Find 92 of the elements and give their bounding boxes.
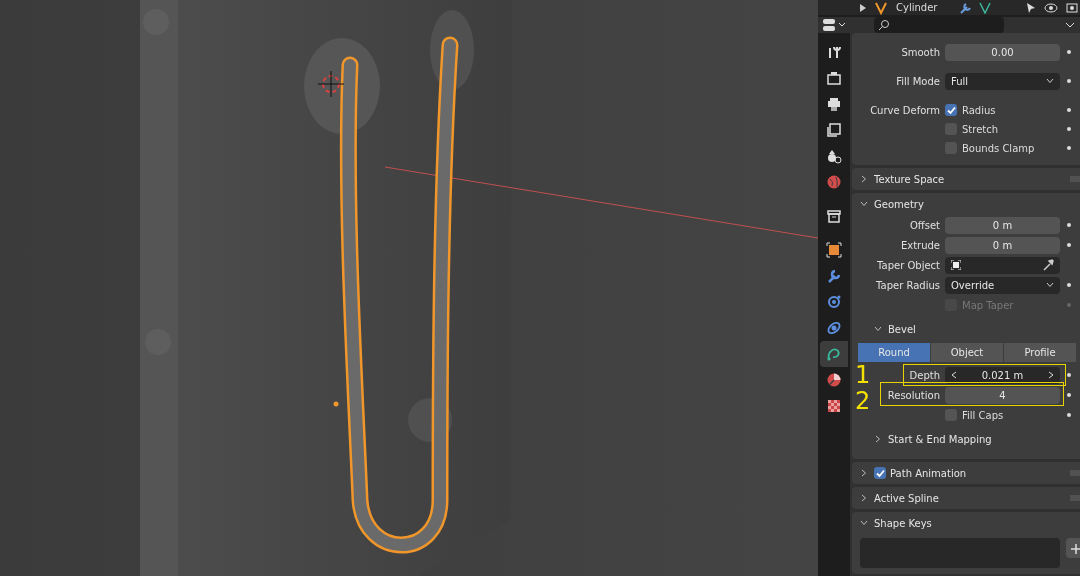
collapsed-chevron-icon[interactable]	[860, 494, 868, 502]
checkbox-label[interactable]: Radius	[962, 102, 996, 118]
subpanel-header[interactable]: Start & End Mapping	[852, 429, 1080, 449]
keyframe-dot[interactable]	[1067, 79, 1071, 83]
particles-icon	[826, 294, 842, 310]
checkbox-label[interactable]: Fill Caps	[962, 407, 1004, 423]
plus-icon	[1071, 544, 1080, 554]
orbit-icon	[826, 320, 842, 336]
segment-tab[interactable]: Profile	[1004, 343, 1076, 362]
collapsed-chevron-icon[interactable]	[874, 435, 882, 443]
expanded-chevron-icon[interactable]	[874, 325, 882, 333]
eye-icon[interactable]	[1044, 2, 1058, 13]
field-label: Depth	[909, 369, 940, 381]
segment-tab[interactable]: Object	[931, 343, 1003, 362]
square-object-icon	[826, 242, 842, 258]
number-field[interactable]: 0.00	[945, 43, 1060, 61]
dropdown-chevron-icon	[1046, 78, 1054, 84]
segment-tab[interactable]: Round	[858, 343, 930, 362]
panel-title: Geometry	[874, 197, 924, 212]
pointer-icon[interactable]	[1026, 1, 1036, 14]
field-label: Smooth	[901, 46, 940, 58]
sphere-icon	[826, 372, 842, 388]
scene-icon	[826, 148, 842, 164]
checker-icon	[826, 398, 842, 414]
field-label: Resolution	[887, 389, 940, 401]
keyframe-dot[interactable]	[1067, 303, 1071, 307]
keyframe-dot[interactable]	[1067, 127, 1071, 131]
image-stack-icon	[826, 122, 842, 138]
annotation-number: 2	[855, 389, 871, 413]
number-field[interactable]: 0 m	[945, 236, 1060, 254]
panel-header[interactable]: Active Spline	[852, 487, 1080, 509]
keyframe-dot[interactable]	[1067, 393, 1071, 397]
checkbox[interactable]	[874, 467, 886, 479]
subpanel-title: Start & End Mapping	[888, 432, 992, 447]
checkbox-label[interactable]: Bounds Clamp	[962, 140, 1035, 156]
checkbox-label[interactable]: Stretch	[962, 121, 999, 137]
curve-object-icon	[874, 0, 888, 15]
field-label: Offset	[909, 219, 940, 231]
checkbox[interactable]	[945, 104, 957, 116]
keyframe-dot[interactable]	[1067, 283, 1071, 287]
panel-title: Active Spline	[874, 491, 939, 506]
keyframe-dot[interactable]	[1067, 243, 1071, 247]
panel-title: Texture Space	[874, 172, 945, 187]
curve-data-icon	[979, 1, 992, 14]
keyframe-dot[interactable]	[1067, 373, 1071, 377]
panel-title: Path Animation	[890, 466, 967, 481]
keyframe-dot[interactable]	[1067, 146, 1071, 150]
number-field[interactable]: 4	[945, 386, 1060, 404]
curve-icon	[826, 346, 842, 362]
wrench-icon	[959, 1, 972, 14]
panel-header[interactable]: Geometry	[852, 193, 1080, 215]
dropdown-chevron-icon	[1046, 282, 1054, 288]
expanded-chevron-icon[interactable]	[860, 519, 868, 527]
panel-header[interactable]: Texture Space	[852, 168, 1080, 190]
dropdown[interactable]: Override	[945, 276, 1060, 294]
field-label: Taper Object	[877, 259, 940, 271]
dropdown[interactable]: Full	[945, 72, 1060, 90]
render-icon	[826, 70, 842, 86]
keyframe-dot[interactable]	[1067, 223, 1071, 227]
expanded-chevron-icon[interactable]	[860, 200, 868, 208]
checkmark-icon	[875, 468, 885, 478]
globe-icon	[826, 174, 842, 190]
object-icon	[951, 260, 961, 270]
editor-type-icon[interactable]	[822, 17, 848, 33]
search-field[interactable]	[874, 17, 1004, 33]
field-label: Fill Mode	[896, 75, 940, 87]
screwdriver-wrench-icon	[826, 44, 842, 60]
expand-arrow-icon[interactable]	[860, 3, 866, 12]
collapsed-chevron-icon[interactable]	[860, 469, 868, 477]
panel-title: Shape Keys	[874, 516, 932, 531]
annotation-number: 1	[855, 363, 871, 387]
collapsed-chevron-icon[interactable]	[860, 175, 868, 183]
archive-box-icon	[826, 208, 842, 224]
panel-header[interactable]: Path Animation	[852, 462, 1080, 484]
wrench-icon	[826, 268, 842, 284]
search-icon	[878, 19, 890, 31]
keyframe-dot[interactable]	[1067, 413, 1071, 417]
subpanel-header[interactable]: Bevel	[852, 319, 1080, 339]
outliner-item[interactable]: Cylinder	[896, 0, 938, 15]
field-label: Taper Radius	[876, 279, 940, 291]
field-label: Extrude	[900, 239, 940, 251]
checkmark-icon	[946, 105, 956, 115]
number-field[interactable]: 0 m	[945, 216, 1060, 234]
add-button[interactable]	[1066, 538, 1080, 558]
camera-icon[interactable]	[1066, 2, 1078, 13]
field-label: Curve Deform	[870, 104, 940, 116]
eyedropper-icon[interactable]	[1042, 259, 1054, 271]
keyframe-dot[interactable]	[1067, 108, 1071, 112]
printer-icon	[826, 96, 842, 112]
keyframe-dot[interactable]	[1067, 50, 1071, 54]
object-picker-field[interactable]	[945, 256, 1060, 274]
subpanel-title: Bevel	[888, 322, 916, 337]
